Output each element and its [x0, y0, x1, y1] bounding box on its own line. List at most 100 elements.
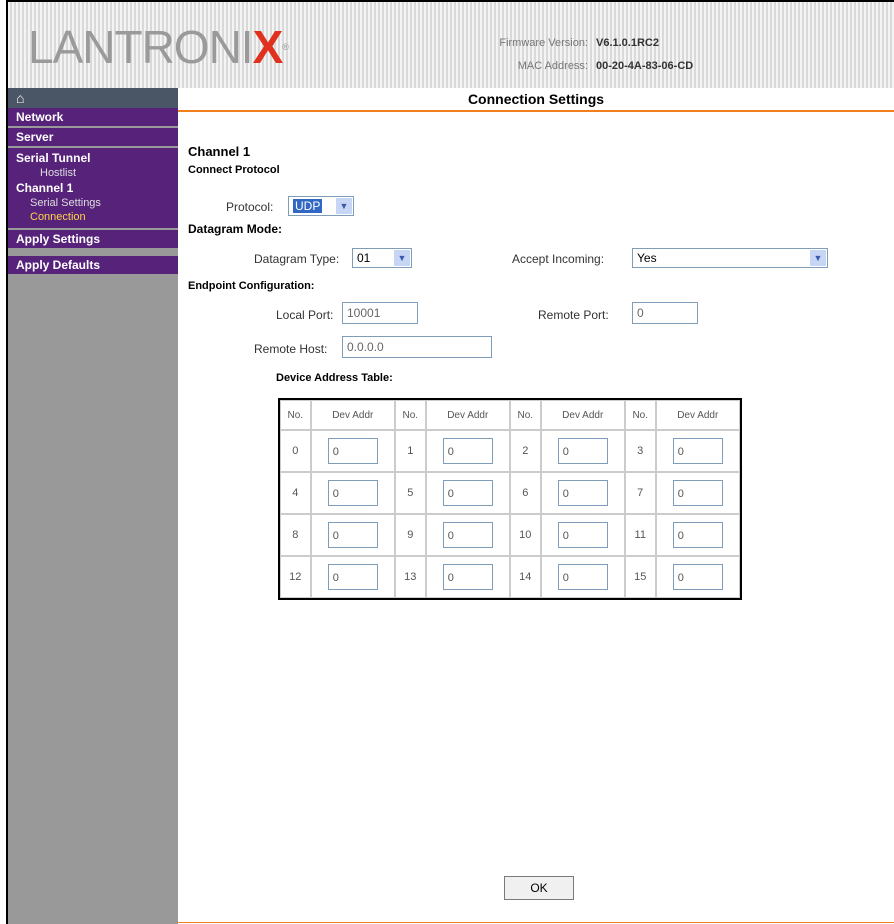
- firmware-value: V6.1.0.1RC2: [596, 37, 659, 49]
- remote-host-label: Remote Host:: [254, 342, 328, 356]
- logo-text: LANTRONI: [28, 21, 254, 73]
- table-cell-addr: 0: [425, 514, 510, 556]
- datagram-mode-heading: Datagram Mode:: [188, 222, 283, 236]
- dev-addr-input[interactable]: 0: [327, 564, 378, 590]
- page-title: Connection Settings: [178, 88, 894, 112]
- dev-addr-input[interactable]: 0: [557, 522, 608, 548]
- device-info: Firmware Version: V6.1.0.1RC2 MAC Address…: [488, 32, 693, 78]
- dev-addr-input[interactable]: 0: [327, 522, 378, 548]
- table-row: 4 0 5 0 6 0 7 0: [280, 472, 740, 514]
- table-cell-no: 13: [394, 556, 426, 598]
- firmware-label: Firmware Version:: [499, 37, 588, 49]
- table-cell-addr: 0: [310, 430, 395, 472]
- sidebar-item-apply-settings[interactable]: Apply Settings: [8, 230, 178, 250]
- sidebar-item-server[interactable]: Server: [8, 128, 178, 148]
- table-cell-addr: 0: [310, 514, 395, 556]
- sidebar-group-serial-tunnel: Serial Tunnel Hostlist Channel 1 Serial …: [8, 148, 178, 230]
- datagram-type-value: 01: [357, 251, 371, 265]
- sidebar-item-connection[interactable]: Connection: [8, 210, 178, 224]
- home-icon[interactable]: ⌂: [8, 88, 178, 108]
- table-cell-addr: 0: [425, 472, 510, 514]
- table-cell-no: 4: [280, 472, 311, 514]
- dev-addr-input[interactable]: 0: [672, 564, 723, 590]
- table-header: Dev Addr: [540, 400, 625, 430]
- table-cell-addr: 0: [655, 556, 740, 598]
- sidebar-item-serial-settings[interactable]: Serial Settings: [8, 196, 178, 210]
- chevron-down-icon: ▼: [336, 198, 352, 214]
- dev-addr-input[interactable]: 0: [672, 522, 723, 548]
- table-cell-no: 8: [280, 514, 311, 556]
- table-cell-addr: 0: [655, 514, 740, 556]
- remote-host-input[interactable]: 0.0.0.0: [342, 336, 492, 358]
- table-header-row: No. Dev Addr No. Dev Addr No. Dev Addr N…: [280, 400, 740, 430]
- lantronix-logo: LANTRONIX®: [28, 21, 289, 73]
- table-cell-no: 9: [394, 514, 426, 556]
- connect-protocol-heading: Connect Protocol: [188, 164, 280, 176]
- table-cell-no: 0: [280, 430, 311, 472]
- dev-addr-input[interactable]: 0: [557, 480, 608, 506]
- local-port-label: Local Port:: [276, 308, 334, 322]
- dev-addr-input[interactable]: 0: [672, 480, 723, 506]
- logo-registered: ®: [282, 42, 289, 52]
- table-cell-addr: 0: [425, 430, 510, 472]
- table-cell-no: 2: [509, 430, 541, 472]
- channel-heading: Channel 1: [188, 144, 251, 159]
- table-cell-no: 5: [394, 472, 426, 514]
- dev-addr-input[interactable]: 0: [442, 564, 493, 590]
- sidebar-item-channel1[interactable]: Channel 1: [8, 180, 178, 196]
- table-header: Dev Addr: [655, 400, 740, 430]
- bottom-divider: [178, 922, 894, 923]
- chevron-down-icon: ▼: [394, 250, 410, 266]
- table-cell-addr: 0: [655, 472, 740, 514]
- table-cell-no: 15: [624, 556, 656, 598]
- protocol-select-value: UDP: [293, 199, 323, 213]
- device-table-heading: Device Address Table:: [276, 372, 393, 384]
- table-header: No.: [509, 400, 541, 430]
- table-cell-addr: 0: [310, 556, 395, 598]
- logo-accent: X: [252, 21, 284, 73]
- local-port-input[interactable]: 10001: [342, 302, 418, 324]
- dev-addr-input[interactable]: 0: [557, 564, 608, 590]
- sidebar: ⌂ Network Server Serial Tunnel Hostlist …: [8, 88, 178, 924]
- endpoint-config-heading: Endpoint Configuration:: [188, 280, 315, 292]
- table-header: No.: [624, 400, 656, 430]
- table-cell-addr: 0: [540, 514, 625, 556]
- protocol-select[interactable]: UDP ▼: [288, 196, 354, 216]
- mac-label: MAC Address:: [517, 60, 588, 72]
- mac-value: 00-20-4A-83-06-CD: [596, 60, 694, 72]
- dev-addr-input[interactable]: 0: [442, 522, 493, 548]
- datagram-type-select[interactable]: 01 ▼: [352, 248, 412, 268]
- sidebar-item-hostlist[interactable]: Hostlist: [8, 166, 178, 180]
- table-cell-no: 7: [624, 472, 656, 514]
- protocol-label: Protocol:: [226, 200, 274, 214]
- table-header: No.: [394, 400, 426, 430]
- table-row: 0 0 1 0 2 0 3 0: [280, 430, 740, 472]
- sidebar-item-network[interactable]: Network: [8, 108, 178, 128]
- table-row: 12 0 13 0 14 0 15 0: [280, 556, 740, 598]
- table-cell-addr: 0: [310, 472, 395, 514]
- table-cell-no: 11: [624, 514, 656, 556]
- datagram-type-label: Datagram Type:: [254, 252, 340, 266]
- table-cell-no: 12: [280, 556, 311, 598]
- dev-addr-input[interactable]: 0: [672, 438, 723, 464]
- sidebar-item-serial-tunnel[interactable]: Serial Tunnel: [8, 150, 178, 166]
- dev-addr-input[interactable]: 0: [557, 438, 608, 464]
- table-cell-no: 6: [509, 472, 541, 514]
- table-header: Dev Addr: [310, 400, 395, 430]
- dev-addr-input[interactable]: 0: [327, 438, 378, 464]
- table-cell-addr: 0: [655, 430, 740, 472]
- remote-port-label: Remote Port:: [538, 308, 609, 322]
- remote-port-input[interactable]: 0: [632, 302, 698, 324]
- table-cell-addr: 0: [540, 430, 625, 472]
- dev-addr-input[interactable]: 0: [327, 480, 378, 506]
- table-cell-no: 1: [394, 430, 426, 472]
- chevron-down-icon: ▼: [810, 250, 826, 266]
- accept-incoming-select[interactable]: Yes ▼: [632, 248, 828, 268]
- table-header: Dev Addr: [425, 400, 510, 430]
- table-cell-no: 14: [509, 556, 541, 598]
- dev-addr-input[interactable]: 0: [442, 438, 493, 464]
- dev-addr-input[interactable]: 0: [442, 480, 493, 506]
- table-cell-no: 10: [509, 514, 541, 556]
- ok-button[interactable]: OK: [504, 876, 574, 900]
- sidebar-item-apply-defaults[interactable]: Apply Defaults: [8, 256, 178, 276]
